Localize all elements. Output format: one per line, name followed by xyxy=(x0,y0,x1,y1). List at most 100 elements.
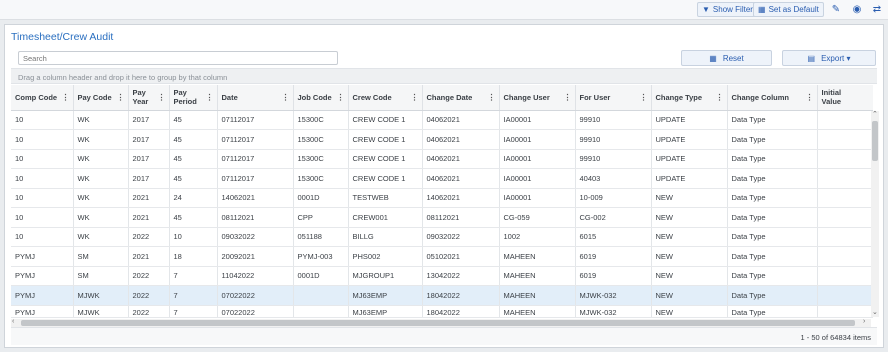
table-cell[interactable]: PYMJ xyxy=(11,305,74,318)
table-cell[interactable]: MAHEEN xyxy=(499,305,576,318)
table-cell[interactable]: 09032022 xyxy=(217,227,294,247)
table-cell[interactable]: 04062021 xyxy=(422,110,500,130)
table-row[interactable]: PYMJ MJWK 2022 7 07022022 MJ63EMP 18042022 MAHE… xyxy=(11,305,873,318)
table-cell[interactable]: MAHEEN xyxy=(499,246,576,267)
column-header-comp-code[interactable]: Comp Code ⋮ xyxy=(11,85,74,111)
table-cell[interactable]: 18 xyxy=(169,246,218,267)
table-cell[interactable]: 07112017 xyxy=(217,168,294,189)
horizontal-scrollbar[interactable]: ‹ › xyxy=(11,318,871,327)
column-menu-icon[interactable]: ⋮ xyxy=(411,93,419,102)
column-header-pay-period[interactable]: Pay Period ⋮ xyxy=(169,85,218,111)
table-cell[interactable]: 13042022 xyxy=(422,266,500,286)
table-cell[interactable]: 6019 xyxy=(575,266,652,286)
table-cell[interactable]: 2021 xyxy=(128,207,170,228)
table-cell[interactable]: 40403 xyxy=(575,168,652,189)
table-cell[interactable]: Data Type xyxy=(727,168,818,189)
table-cell[interactable]: PHS002 xyxy=(348,246,423,267)
table-cell[interactable]: 2021 xyxy=(128,246,170,267)
column-header-date[interactable]: Date ⋮ xyxy=(217,85,294,111)
table-cell[interactable]: UPDATE xyxy=(651,110,728,130)
column-header-initial-value[interactable]: Initial Value xyxy=(817,85,873,111)
table-cell[interactable]: 14062021 xyxy=(217,188,294,208)
table-cell[interactable]: 24 xyxy=(169,188,218,208)
table-cell[interactable]: WK xyxy=(73,188,129,208)
table-cell[interactable]: MJWK xyxy=(73,305,129,318)
search-input[interactable] xyxy=(18,51,338,65)
column-menu-icon[interactable]: ⋮ xyxy=(806,93,814,102)
table-cell[interactable] xyxy=(817,266,873,286)
table-cell[interactable]: IA00001 xyxy=(499,110,576,130)
table-cell[interactable]: NEW xyxy=(651,188,728,208)
vertical-scroll-thumb[interactable] xyxy=(872,121,878,161)
table-cell[interactable]: PYMJ xyxy=(11,246,74,267)
table-row[interactable]: 10 WK 2021 24 14062021 0001D TESTWEB 14062021 IA… xyxy=(11,188,873,208)
table-row[interactable]: 10 WK 2017 45 07112017 15300C CREW CODE 1 04062… xyxy=(11,110,873,130)
table-cell[interactable]: 2017 xyxy=(128,149,170,169)
table-cell[interactable]: 2022 xyxy=(128,266,170,286)
table-cell[interactable]: CG-059 xyxy=(499,207,576,228)
table-cell[interactable]: SM xyxy=(73,266,129,286)
table-cell[interactable]: WK xyxy=(73,110,129,130)
table-cell[interactable]: IA00001 xyxy=(499,129,576,150)
table-cell[interactable]: 07112017 xyxy=(217,149,294,169)
table-cell[interactable]: MJWK-032 xyxy=(575,305,652,318)
table-cell[interactable]: PYMJ xyxy=(11,285,74,306)
table-cell[interactable]: 99910 xyxy=(575,149,652,169)
column-menu-icon[interactable]: ⋮ xyxy=(716,93,724,102)
table-cell[interactable]: 45 xyxy=(169,110,218,130)
table-cell[interactable] xyxy=(817,207,873,228)
table-cell[interactable]: MJGROUP1 xyxy=(348,266,423,286)
table-cell[interactable]: MJ63EMP xyxy=(348,305,423,318)
table-cell[interactable]: WK xyxy=(73,207,129,228)
table-cell[interactable]: 07022022 xyxy=(217,285,294,306)
column-menu-icon[interactable]: ⋮ xyxy=(337,93,345,102)
table-cell[interactable]: MJWK xyxy=(73,285,129,306)
table-cell[interactable]: 07112017 xyxy=(217,110,294,130)
scroll-up-icon[interactable]: ⌃ xyxy=(872,110,878,118)
table-cell[interactable]: MJ63EMP xyxy=(348,285,423,306)
scroll-left-icon[interactable]: ‹ xyxy=(12,318,14,325)
table-cell[interactable]: Data Type xyxy=(727,285,818,306)
table-cell[interactable]: BILLG xyxy=(348,227,423,247)
table-cell[interactable]: 2021 xyxy=(128,188,170,208)
table-cell[interactable]: WK xyxy=(73,168,129,189)
column-menu-icon[interactable]: ⋮ xyxy=(488,93,496,102)
table-cell[interactable]: 09032022 xyxy=(422,227,500,247)
table-cell[interactable] xyxy=(817,188,873,208)
table-cell[interactable]: 10-009 xyxy=(575,188,652,208)
table-cell[interactable]: 10 xyxy=(11,129,74,150)
table-cell[interactable]: Data Type xyxy=(727,266,818,286)
table-cell[interactable]: 15300C xyxy=(293,149,349,169)
table-cell[interactable]: 2022 xyxy=(128,285,170,306)
table-cell[interactable]: 45 xyxy=(169,207,218,228)
table-cell[interactable]: 10 xyxy=(11,207,74,228)
table-cell[interactable]: 18042022 xyxy=(422,305,500,318)
table-cell[interactable]: WK xyxy=(73,227,129,247)
table-cell[interactable]: IA00001 xyxy=(499,188,576,208)
table-cell[interactable]: UPDATE xyxy=(651,129,728,150)
table-cell[interactable]: NEW xyxy=(651,227,728,247)
table-row[interactable]: 10 WK 2017 45 07112017 15300C CREW CODE 1 04062… xyxy=(11,129,873,150)
table-cell[interactable]: 45 xyxy=(169,168,218,189)
table-cell[interactable]: UPDATE xyxy=(651,149,728,169)
table-cell[interactable]: 1002 xyxy=(499,227,576,247)
table-cell[interactable] xyxy=(817,305,873,318)
table-cell[interactable]: NEW xyxy=(651,285,728,306)
table-cell[interactable]: NEW xyxy=(651,207,728,228)
column-header-change-column[interactable]: Change Column ⋮ xyxy=(727,85,818,111)
table-cell[interactable]: 15300C xyxy=(293,129,349,150)
table-cell[interactable]: 99910 xyxy=(575,129,652,150)
table-cell[interactable]: 2017 xyxy=(128,129,170,150)
table-cell[interactable]: 99910 xyxy=(575,110,652,130)
column-menu-icon[interactable]: ⋮ xyxy=(206,93,214,102)
table-cell[interactable]: 20092021 xyxy=(217,246,294,267)
table-cell[interactable]: 04062021 xyxy=(422,129,500,150)
scroll-right-icon[interactable]: › xyxy=(863,318,865,325)
table-cell[interactable]: PYMJ xyxy=(11,266,74,286)
column-header-pay-year[interactable]: Pay Year ⋮ xyxy=(128,85,170,111)
table-cell[interactable]: MJWK-032 xyxy=(575,285,652,306)
column-header-change-user[interactable]: Change User ⋮ xyxy=(499,85,576,111)
table-cell[interactable]: 7 xyxy=(169,305,218,318)
vertical-scrollbar[interactable]: ⌃ ⌄ xyxy=(871,111,879,317)
table-cell[interactable]: IA00001 xyxy=(499,168,576,189)
